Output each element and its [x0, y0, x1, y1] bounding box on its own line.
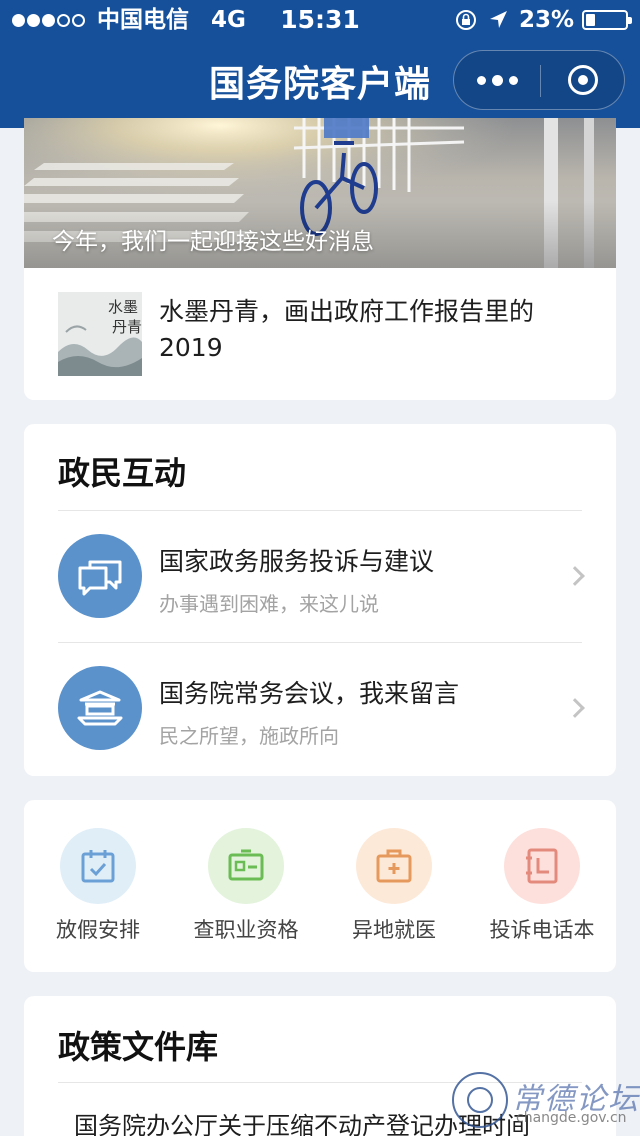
more-menu-button[interactable]	[454, 51, 540, 109]
page-title: 国务院客户端	[208, 64, 431, 105]
services-card: 放假安排 查职业资格 异地就医 投诉电话本	[24, 800, 616, 972]
service-holiday[interactable]: 放假安排	[24, 800, 172, 972]
interaction-item-subtitle: 民之所望，施政所向	[159, 724, 339, 748]
banner-caption: 今年，我们一起迎接这些好消息	[52, 229, 374, 255]
divider	[58, 642, 582, 643]
interaction-item-subtitle: 办事遇到困难，来这儿说	[159, 592, 379, 616]
divider	[58, 510, 582, 511]
service-icon-bg-3	[504, 828, 580, 904]
service-qualification[interactable]: 查职业资格	[172, 800, 320, 972]
forum-watermark: 常德论坛 changde.gov.cn	[450, 1070, 640, 1136]
interaction-item-title: 国务院常务会议，我来留言	[159, 679, 460, 708]
service-icon-bg-0	[60, 828, 136, 904]
calendar-check-icon	[81, 850, 115, 883]
watermark-url: changde.gov.cn	[516, 1110, 627, 1126]
status-bar: 中国电信 4G 15:31 23%	[0, 0, 640, 40]
building-icon	[58, 666, 142, 750]
battery-level	[586, 14, 595, 26]
app-header: 中国电信 4G 15:31 23% 国务院客户端	[0, 0, 640, 128]
phonebook-icon	[526, 848, 558, 884]
chevron-right-icon	[565, 566, 585, 586]
target-icon	[568, 65, 598, 95]
svg-text:丹青: 丹青	[112, 318, 142, 336]
rotation-lock-icon	[455, 10, 476, 30]
id-card-icon	[228, 849, 264, 881]
battery-percent: 23%	[518, 7, 574, 33]
news-title: 水墨丹青，画出政府工作报告里的2019	[159, 297, 535, 362]
news-item[interactable]: 水墨 丹青 水墨丹青，画出政府工作报告里的2019	[24, 268, 616, 400]
service-label: 投诉电话本	[489, 918, 595, 942]
news-thumbnail: 水墨 丹青	[58, 292, 142, 376]
service-medical[interactable]: 异地就医	[320, 800, 468, 972]
chevron-right-icon	[565, 698, 585, 718]
featured-card: 今年，我们一起迎接这些好消息 水墨 丹青 水墨丹青，画出政府工作报告里的2019	[24, 118, 616, 400]
close-miniprogram-button[interactable]	[541, 51, 625, 109]
seal-logo-icon	[452, 1072, 508, 1128]
medical-kit-icon	[376, 849, 412, 883]
service-label: 放假安排	[56, 918, 140, 942]
featured-banner[interactable]: 今年，我们一起迎接这些好消息	[24, 118, 616, 268]
interaction-item-state-council[interactable]: 国务院常务会议，我来留言 民之所望，施政所向	[24, 644, 616, 774]
service-complaint-phonebook[interactable]: 投诉电话本	[468, 800, 616, 972]
interaction-item-complaint[interactable]: 国家政务服务投诉与建议 办事遇到困难，来这儿说	[24, 512, 616, 642]
chat-bubbles-icon	[58, 534, 142, 618]
miniprogram-capsule	[453, 50, 625, 110]
service-label: 异地就医	[352, 918, 436, 942]
location-arrow-icon	[489, 11, 507, 28]
service-icon-bg-2	[356, 828, 432, 904]
battery-icon	[582, 10, 632, 30]
svg-text:水墨: 水墨	[108, 298, 138, 316]
service-icon-bg-1	[208, 828, 284, 904]
interaction-item-title: 国家政务服务投诉与建议	[159, 547, 435, 576]
interaction-card: 政民互动 国家政务服务投诉与建议 办事遇到困难，来这儿说 国务院常务会议，我来留…	[24, 424, 616, 776]
section-title-interaction: 政民互动	[58, 454, 187, 492]
service-label: 查职业资格	[193, 918, 299, 942]
section-title-policy: 政策文件库	[58, 1028, 219, 1066]
